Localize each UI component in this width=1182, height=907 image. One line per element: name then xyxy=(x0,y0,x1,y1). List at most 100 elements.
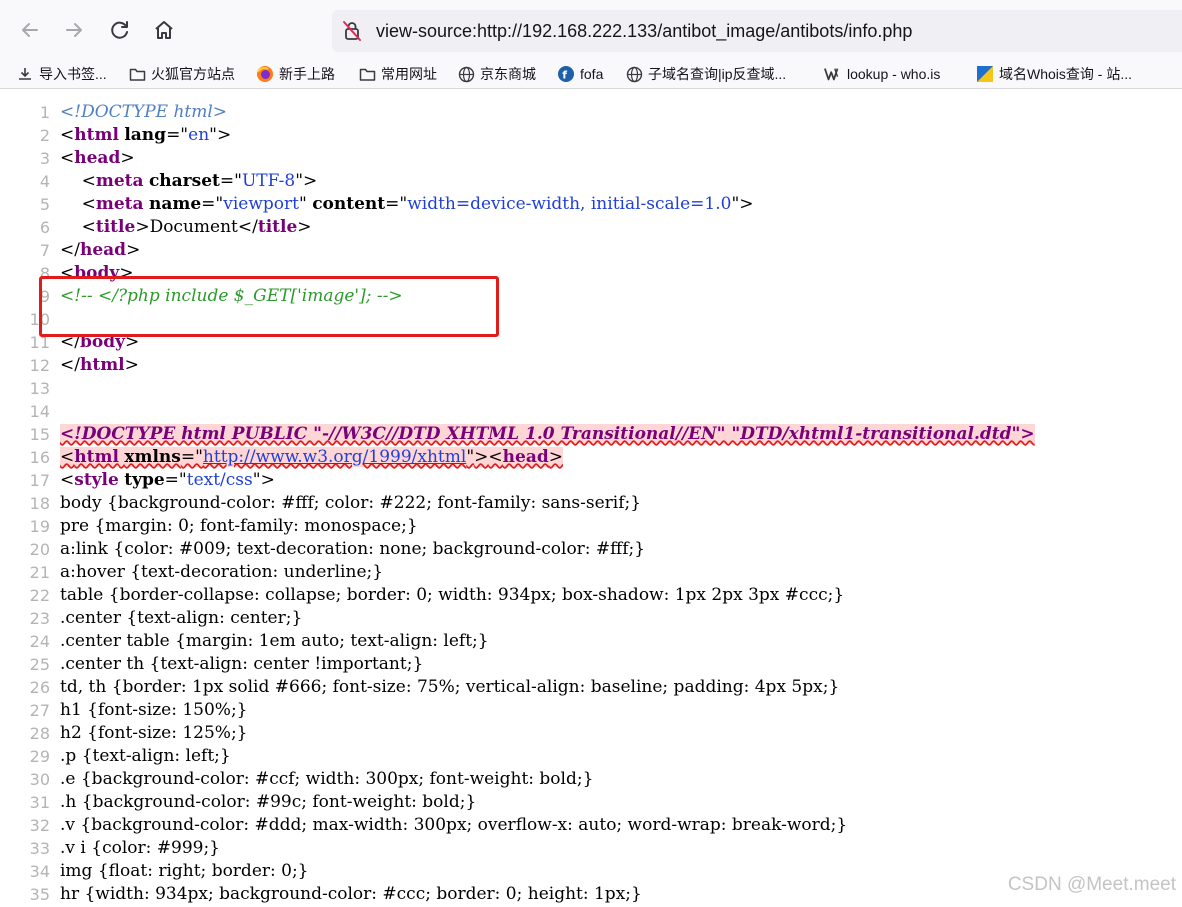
source-line: 31 .h {background-color: #99c; font-weigh… xyxy=(0,791,1182,814)
source-line-code: </html> xyxy=(60,355,139,375)
bookmark-fofa[interactable]: f fofa xyxy=(557,60,603,88)
line-number: 16 xyxy=(29,448,50,467)
source-line: 6 <title>Document</title> xyxy=(0,216,1182,239)
home-button[interactable] xyxy=(148,14,180,46)
line-number: 4 xyxy=(39,172,50,191)
bookmark-label: 京东商城 xyxy=(480,66,536,82)
source-line-code: .p {text-align: left;} xyxy=(60,746,231,766)
bookmark-label: 新手上路 xyxy=(279,66,335,82)
line-number: 13 xyxy=(29,379,50,398)
source-line: 3 <head> xyxy=(0,147,1182,170)
line-number: 21 xyxy=(29,563,50,582)
source-line: 18 body {background-color: #fff; color: #… xyxy=(0,492,1182,515)
source-line: 35 hr {width: 934px; background-color: #c… xyxy=(0,883,1182,906)
bookmark-common-sites[interactable]: 常用网址 xyxy=(358,60,437,88)
line-number: 34 xyxy=(29,862,50,881)
forward-button[interactable] xyxy=(58,14,90,46)
source-line: 2 <html lang="en"> xyxy=(0,124,1182,147)
bookmark-import[interactable]: 导入书签... xyxy=(16,60,107,88)
bookmark-label: 域名Whois查询 - 站... xyxy=(999,66,1133,82)
line-number: 31 xyxy=(29,793,50,812)
source-line: 7 </head> xyxy=(0,239,1182,262)
bookmark-firefox-official[interactable]: 火狐官方站点 xyxy=(128,60,235,88)
source-view: 1 <!DOCTYPE html> 2 <html lang="en"> 3 <head>… xyxy=(0,101,1182,906)
source-line-code: <html xmlns="http://www.w3.org/1999/xhtm… xyxy=(60,447,563,467)
source-line-code: <!DOCTYPE html> xyxy=(60,102,228,122)
bookmark-jd[interactable]: 京东商城 xyxy=(457,60,536,88)
globe-icon xyxy=(625,65,643,83)
source-line-code: .e {background-color: #ccf; width: 300px… xyxy=(60,769,594,789)
line-number: 5 xyxy=(39,195,50,214)
source-line-code: h2 {font-size: 125%;} xyxy=(60,723,248,743)
source-line: 22 table {border-collapse: collapse; bord… xyxy=(0,584,1182,607)
bookmark-label: lookup - who.is xyxy=(847,66,941,82)
source-line: 26 td, th {border: 1px solid #666; font-s… xyxy=(0,676,1182,699)
source-line: 33 .v i {color: #999;} xyxy=(0,837,1182,860)
line-number: 17 xyxy=(29,471,50,490)
source-line-code: <meta name="viewport" content="width=dev… xyxy=(81,194,754,214)
line-number: 30 xyxy=(29,770,50,789)
source-line: 27 h1 {font-size: 150%;} xyxy=(0,699,1182,722)
source-line: 25 .center th {text-align: center !import… xyxy=(0,653,1182,676)
firefox-icon xyxy=(256,65,274,83)
source-line: 5 <meta name="viewport" content="width=d… xyxy=(0,193,1182,216)
source-line-code: a:link {color: #009; text-decoration: no… xyxy=(60,539,646,559)
source-line-code: <title>Document</title> xyxy=(81,217,312,237)
source-line-code: .v {background-color: #ddd; max-width: 3… xyxy=(60,815,848,835)
line-number: 35 xyxy=(29,885,50,904)
line-number: 25 xyxy=(29,655,50,674)
line-number: 18 xyxy=(29,494,50,513)
bookmark-label: 火狐官方站点 xyxy=(151,66,235,82)
source-line-code: .h {background-color: #99c; font-weight:… xyxy=(60,792,477,812)
chinaz-icon xyxy=(976,65,994,83)
line-number: 26 xyxy=(29,678,50,697)
bookmark-getting-started[interactable]: 新手上路 xyxy=(256,60,335,88)
bookmarks-toolbar: 导入书签... 火狐官方站点 新手上路 常用网址 京东商城 f fofa 子域名… xyxy=(0,60,1182,88)
svg-text:f: f xyxy=(562,69,567,82)
line-number: 3 xyxy=(39,149,50,168)
back-button[interactable] xyxy=(14,14,46,46)
line-number: 32 xyxy=(29,816,50,835)
source-line: 17 <style type="text/css"> xyxy=(0,469,1182,492)
import-icon xyxy=(16,65,34,83)
reload-icon xyxy=(111,21,128,39)
fofa-icon: f xyxy=(557,65,575,83)
source-line-code: .v i {color: #999;} xyxy=(60,838,220,858)
source-line: 28 h2 {font-size: 125%;} xyxy=(0,722,1182,745)
source-line-code: .center {text-align: center;} xyxy=(60,608,303,628)
arrow-left-icon xyxy=(22,23,38,37)
line-number: 7 xyxy=(39,241,50,260)
bookmark-chinaz-whois[interactable]: 域名Whois查询 - 站... xyxy=(976,60,1132,88)
bookmark-whois-lookup[interactable]: lookup - who.is xyxy=(824,60,940,88)
line-number: 19 xyxy=(29,517,50,536)
url-bar[interactable]: view-source:http://192.168.222.133/antib… xyxy=(332,10,1182,52)
source-line: 23 .center {text-align: center;} xyxy=(0,607,1182,630)
source-line: 20 a:link {color: #009; text-decoration: … xyxy=(0,538,1182,561)
line-number: 14 xyxy=(29,402,50,421)
arrow-right-icon xyxy=(66,23,82,37)
line-number: 28 xyxy=(29,724,50,743)
bookmark-label: 导入书签... xyxy=(39,66,107,82)
source-line: 24 .center table {margin: 1em auto; text-… xyxy=(0,630,1182,653)
insecure-lock-icon[interactable] xyxy=(340,19,364,43)
source-line-code: <style type="text/css"> xyxy=(60,470,275,490)
source-line: 15 <!DOCTYPE html PUBLIC "-//W3C//DTD XHT… xyxy=(0,423,1182,446)
url-text[interactable]: view-source:http://192.168.222.133/antib… xyxy=(376,21,912,42)
line-number: 20 xyxy=(29,540,50,559)
source-line-code: pre {margin: 0; font-family: monospace;} xyxy=(60,516,418,536)
browser-toolbar: view-source:http://192.168.222.133/antib… xyxy=(0,0,1182,60)
source-line-code: body {background-color: #fff; color: #22… xyxy=(60,493,642,513)
line-number: 15 xyxy=(29,425,50,444)
bookmark-subdomain[interactable]: 子域名查询|ip反查域... xyxy=(625,60,786,88)
source-line-code: </head> xyxy=(60,240,141,260)
source-line: 32 .v {background-color: #ddd; max-width:… xyxy=(0,814,1182,837)
line-number: 29 xyxy=(29,747,50,766)
source-line-code: h1 {font-size: 150%;} xyxy=(60,700,248,720)
source-line: 4 <meta charset="UTF-8"> xyxy=(0,170,1182,193)
source-line-code: table {border-collapse: collapse; border… xyxy=(60,585,845,605)
reload-button[interactable] xyxy=(104,14,136,46)
line-number: 12 xyxy=(29,356,50,375)
watermark: CSDN @Meet.meet xyxy=(1007,874,1176,895)
source-line: 30 .e {background-color: #ccf; width: 300… xyxy=(0,768,1182,791)
source-line: 14 xyxy=(0,400,1182,423)
